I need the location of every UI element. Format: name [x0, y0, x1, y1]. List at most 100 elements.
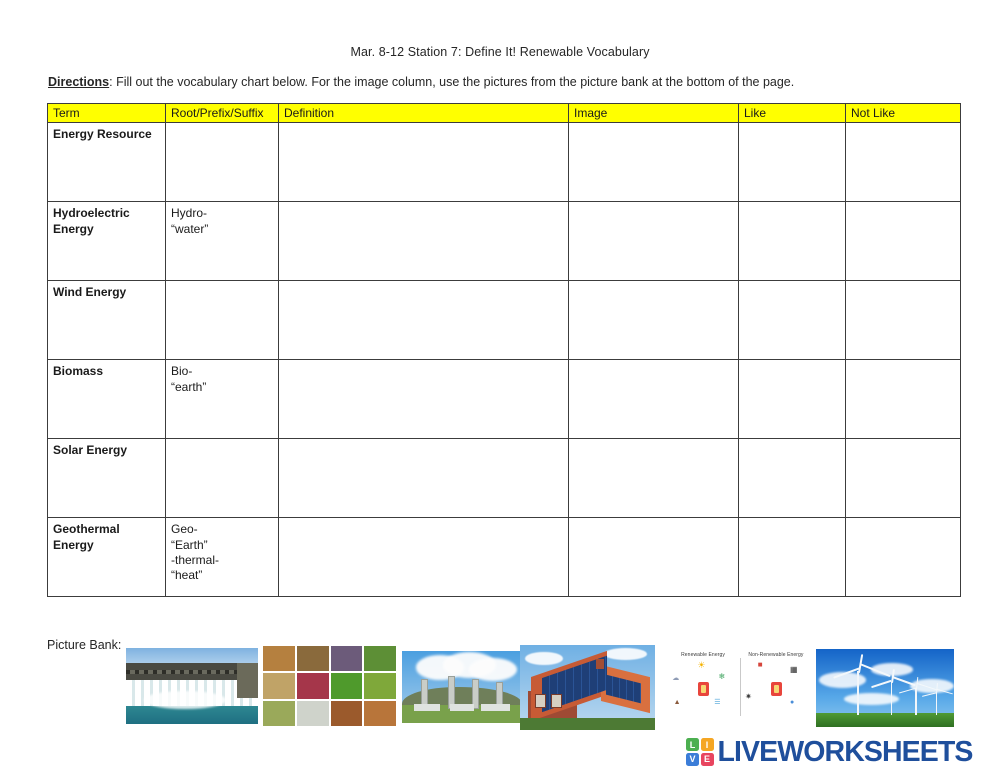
liveworksheets-wordmark: LIVEWORKSHEETS: [717, 735, 974, 768]
like-cell[interactable]: [738, 359, 846, 440]
logo-tile-l: L: [686, 738, 699, 752]
root-solar-energy: [165, 438, 279, 519]
term-hydroelectric-energy: Hydroelectric Energy: [47, 201, 166, 282]
definition-cell[interactable]: [278, 438, 569, 519]
image-cell[interactable]: [568, 438, 739, 519]
atom-icon: ✷: [745, 692, 752, 702]
image-cell[interactable]: [568, 280, 739, 361]
nonrenewable-panel: Non-Renewable Energy ■ ▦ ✷ ●: [741, 649, 811, 725]
wind-turbine-farm-image[interactable]: [816, 649, 954, 727]
definition-cell[interactable]: [278, 280, 569, 361]
definition-cell[interactable]: [278, 359, 569, 440]
window: [534, 694, 547, 708]
renewable-vs-nonrenewable-diagram-image[interactable]: Renewable Energy ☀ ❄ ☁ ▲ ☰ Non-Renewable…: [668, 649, 811, 725]
picture-bank: Renewable Energy ☀ ❄ ☁ ▲ ☰ Non-Renewable…: [124, 645, 964, 731]
definition-cell[interactable]: [278, 517, 569, 598]
renewable-panel-title: Renewable Energy: [681, 652, 725, 658]
cloud-rain-icon: ☁: [672, 674, 680, 682]
biomass-tile-crops: [330, 673, 363, 699]
biomass-tile-bark: [364, 700, 396, 726]
turbine-mast: [890, 681, 893, 715]
definition-cell[interactable]: [278, 122, 569, 203]
column-header-image: Image: [568, 102, 739, 124]
table-row: Biomass Bio- “earth”: [47, 359, 961, 440]
like-cell[interactable]: [738, 122, 846, 203]
image-cell[interactable]: [568, 201, 739, 282]
vocabulary-table: Term Root/Prefix/Suffix Definition Image…: [47, 102, 961, 598]
like-cell[interactable]: [738, 201, 846, 282]
table-row: Wind Energy: [47, 280, 961, 361]
directions-text: : Fill out the vocabulary chart below. F…: [109, 75, 795, 89]
column-header-like: Like: [738, 102, 846, 124]
root-geothermal-energy: Geo- “Earth” -thermal- “heat”: [165, 517, 279, 598]
term-energy-resource: Energy Resource: [47, 122, 166, 203]
biomass-collage-image[interactable]: [262, 645, 397, 727]
table-row: Solar Energy: [47, 438, 961, 519]
logo-tile-v: V: [686, 752, 699, 766]
biomass-tile-bamboo: [364, 673, 396, 699]
biomass-grid: [263, 646, 396, 726]
root-wind-energy: [165, 280, 279, 361]
geo-building: [450, 703, 474, 712]
definition-cell[interactable]: [278, 201, 569, 282]
picture-bank-label: Picture Bank:: [47, 638, 122, 652]
term-wind-energy: Wind Energy: [47, 280, 166, 361]
dam-embankment: [236, 663, 258, 699]
biomass-tile-grain: [330, 646, 363, 672]
chimney: [595, 658, 604, 669]
window: [551, 694, 563, 708]
image-cell[interactable]: [568, 359, 739, 440]
water-icon: ☰: [714, 699, 721, 707]
hedge: [520, 718, 655, 730]
like-cell[interactable]: [738, 438, 846, 519]
term-geothermal-energy: Geothermal Energy: [47, 517, 166, 598]
column-header-definition: Definition: [278, 102, 569, 124]
not-like-cell[interactable]: [845, 280, 961, 361]
root-hydroelectric-energy: Hydro- “water”: [165, 201, 279, 282]
hydroelectric-dam-image[interactable]: [126, 648, 258, 724]
column-header-term: Term: [47, 102, 166, 124]
liveworksheets-logo[interactable]: L I V E LIVEWORKSHEETS: [686, 735, 974, 768]
grass-field: [816, 712, 954, 727]
dam-spray: [144, 690, 227, 709]
not-like-cell[interactable]: [845, 438, 961, 519]
nonrenewable-panel-title: Non-Renewable Energy: [748, 652, 804, 658]
table-row: Hydroelectric Energy Hydro- “water”: [47, 201, 961, 282]
table-header-row: Term Root/Prefix/Suffix Definition Image…: [47, 102, 961, 124]
leaf-icon: ❄: [718, 672, 726, 682]
not-like-cell[interactable]: [845, 122, 961, 203]
root-biomass: Bio- “earth”: [165, 359, 279, 440]
not-like-cell[interactable]: [845, 201, 961, 282]
turbine-mast: [857, 670, 860, 715]
logo-tile-e: E: [700, 752, 714, 766]
solar-panel-house-image[interactable]: [520, 645, 655, 730]
column-header-root: Root/Prefix/Suffix: [165, 102, 279, 124]
image-cell[interactable]: [568, 517, 739, 598]
table-row: Geothermal Energy Geo- “Earth” -thermal-…: [47, 517, 961, 598]
like-cell[interactable]: [738, 280, 846, 361]
biomass-tile-cotton: [296, 700, 329, 726]
geothermal-power-plant-image[interactable]: [402, 651, 522, 723]
term-biomass: Biomass: [47, 359, 166, 440]
not-like-cell[interactable]: [845, 359, 961, 440]
image-cell[interactable]: [568, 122, 739, 203]
battery-icon: [698, 682, 710, 697]
turbine-mast: [936, 692, 938, 715]
root-energy-resource: [165, 122, 279, 203]
liveworksheets-logo-tiles: L I V E: [686, 738, 714, 766]
page-title: Mar. 8-12 Station 7: Define It! Renewabl…: [350, 45, 650, 59]
directions: Directions: Fill out the vocabulary char…: [48, 75, 794, 89]
battery-icon: [771, 682, 783, 697]
table-row: Energy Resource: [47, 122, 961, 203]
biomass-tile-seeds: [263, 673, 295, 699]
geo-building: [414, 703, 441, 712]
like-cell[interactable]: [738, 517, 846, 598]
column-header-not-like: Not Like: [845, 102, 961, 124]
biomass-tile-soil: [296, 646, 329, 672]
factory-icon: ▦: [789, 664, 798, 674]
not-like-cell[interactable]: [845, 517, 961, 598]
logo-tile-i: I: [700, 738, 714, 752]
biomass-tile-logs: [263, 646, 295, 672]
biomass-tile-grass: [364, 646, 396, 672]
sun-icon: ☀: [697, 660, 706, 671]
